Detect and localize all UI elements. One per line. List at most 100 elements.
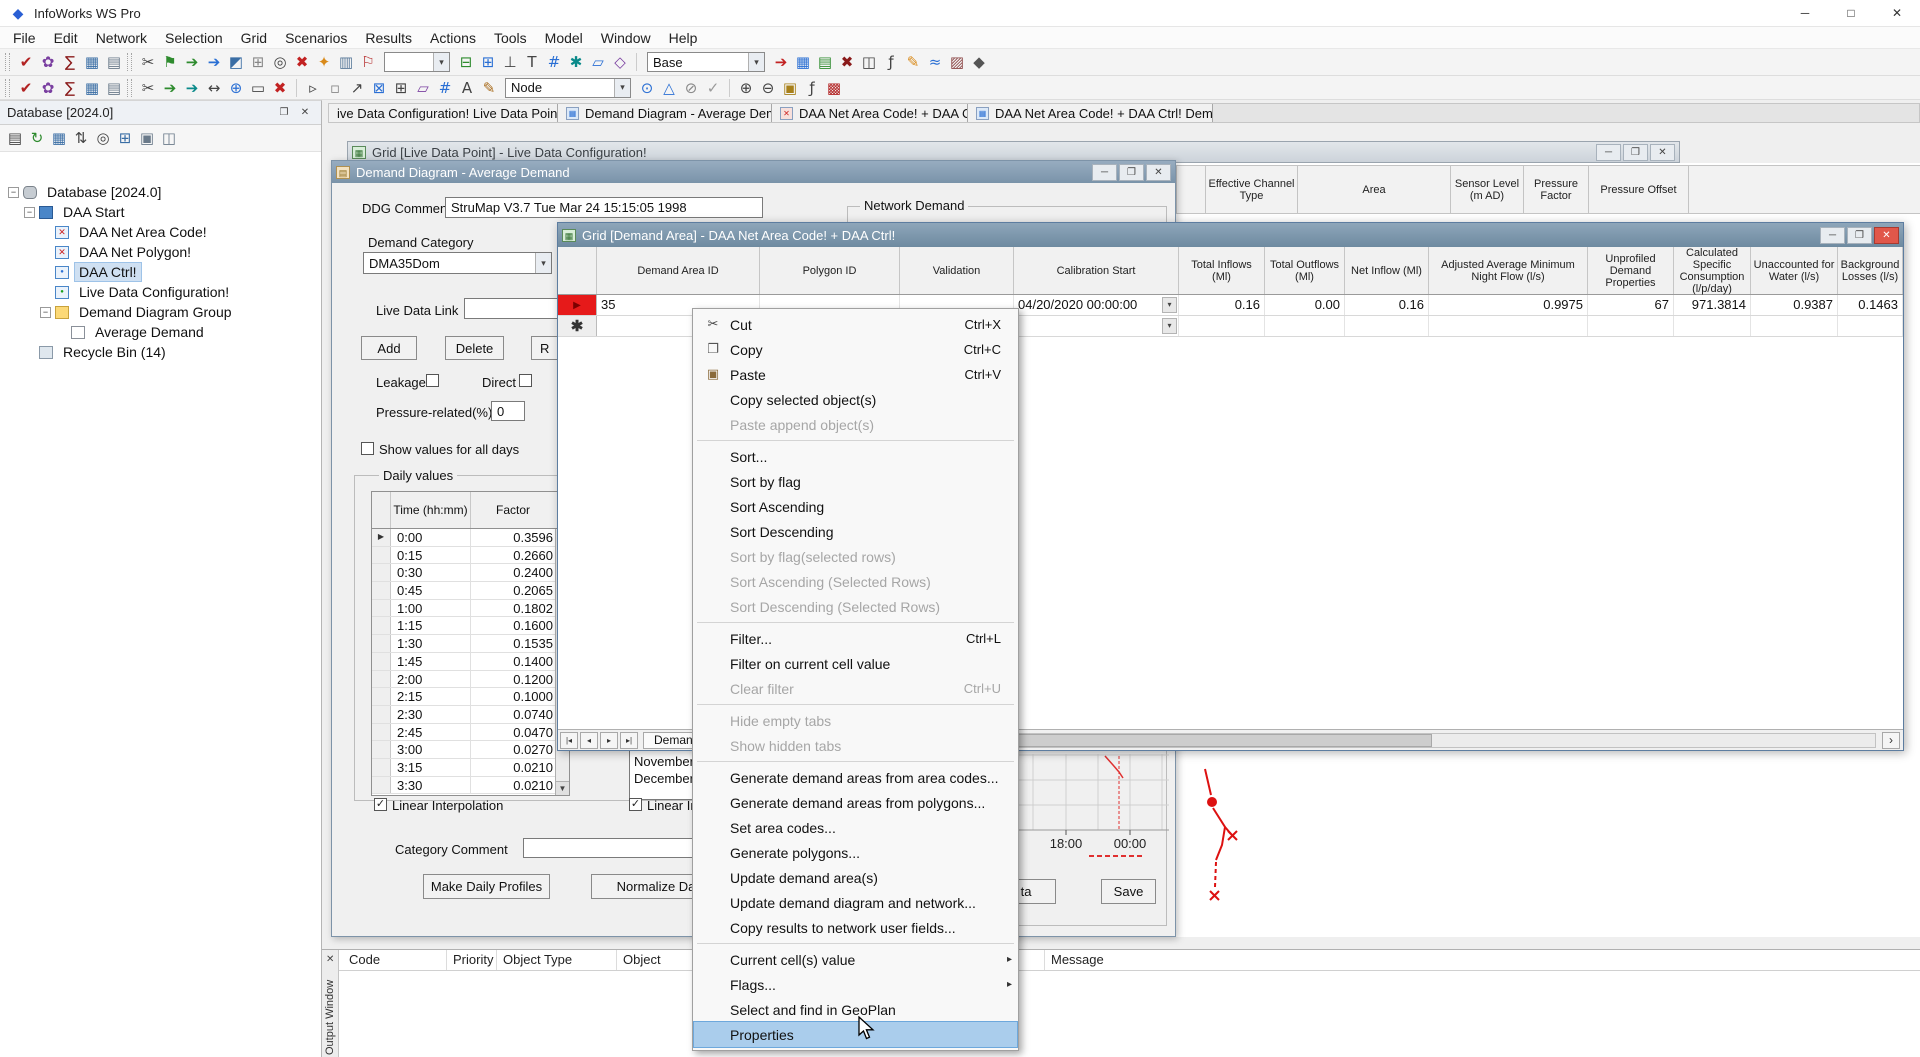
tree-item-daa-start[interactable]: −DAA Start <box>0 202 321 222</box>
time-cell[interactable]: 3:00 <box>391 741 471 758</box>
trace-icon[interactable]: ➔ <box>203 52 225 72</box>
text-tool-icon[interactable]: T <box>521 52 543 72</box>
node-icon[interactable]: ⊙ <box>636 78 658 98</box>
menu-item-grid[interactable]: Grid <box>232 27 276 48</box>
menu-item-actions[interactable]: Actions <box>421 27 485 48</box>
scroll-down-icon[interactable]: ▼ <box>556 781 569 795</box>
select-icon[interactable]: ◩ <box>225 52 247 72</box>
graph-icon[interactable]: ≈ <box>924 52 946 72</box>
linear-int-checkbox[interactable] <box>629 798 642 811</box>
time-column-header[interactable]: Time (hh:mm) <box>391 492 471 528</box>
grid-cell[interactable] <box>1265 316 1345 336</box>
grid-cell[interactable]: 971.3814 <box>1674 295 1751 315</box>
report-icon[interactable]: ▤ <box>814 52 836 72</box>
column-header-area[interactable]: Area <box>1298 165 1451 214</box>
tree-item-average-demand[interactable]: Average Demand <box>0 322 321 342</box>
time-cell[interactable]: 2:00 <box>391 671 471 688</box>
direct-checkbox[interactable] <box>519 374 532 387</box>
menu-item-network[interactable]: Network <box>87 27 156 48</box>
network-node[interactable] <box>1207 797 1217 807</box>
make-daily-profiles-button[interactable]: Make Daily Profiles <box>423 874 550 899</box>
grid-cell[interactable]: 0.9975 <box>1429 295 1588 315</box>
tree-expand-icon[interactable]: − <box>24 207 35 218</box>
cut-network-icon[interactable]: ✂ <box>137 78 159 98</box>
chevron-down-icon[interactable]: ▾ <box>535 253 551 273</box>
menu-item-model[interactable]: Model <box>536 27 592 48</box>
last-tab-icon[interactable]: ▸| <box>620 732 638 749</box>
open-grid-icon[interactable]: ▦ <box>81 78 103 98</box>
delete-object-icon[interactable]: ✖ <box>269 78 291 98</box>
open-list-icon[interactable]: ▤ <box>103 78 125 98</box>
column-header-effective-channel-type[interactable]: Effective Channel Type <box>1206 165 1298 214</box>
grid-cell[interactable] <box>1179 316 1265 336</box>
grid-cell[interactable] <box>1751 316 1838 336</box>
tree-item-recycle-bin-14[interactable]: Recycle Bin (14) <box>0 342 321 362</box>
flag-outline-icon[interactable]: ⚐ <box>357 52 379 72</box>
grid-cell[interactable] <box>1588 316 1674 336</box>
db-sort-icon[interactable]: ⇅ <box>70 128 92 148</box>
zoom-in-icon[interactable]: ⊕ <box>735 78 757 98</box>
column-header-pressure-factor[interactable]: Pressure Factor <box>1524 165 1589 214</box>
factor-cell[interactable]: 0.1400 <box>471 653 555 670</box>
options-icon[interactable]: ✿ <box>37 52 59 72</box>
tree-expand-icon[interactable]: − <box>40 307 51 318</box>
results-grid-icon[interactable]: ▦ <box>792 52 814 72</box>
grid-cell[interactable]: 0.00 <box>1265 295 1345 315</box>
menu-item-window[interactable]: Window <box>592 27 660 48</box>
menu-item-clear-filter[interactable]: Clear filterCtrl+U <box>694 676 1017 701</box>
time-cell[interactable]: 1:00 <box>391 600 471 617</box>
factor-cell[interactable]: 0.0470 <box>471 724 555 741</box>
minimize-icon[interactable]: ─ <box>1092 164 1117 181</box>
favorite-icon[interactable]: ✦ <box>313 52 335 72</box>
compare-icon[interactable]: ◫ <box>858 52 880 72</box>
factor-cell[interactable]: 0.0210 <box>471 777 555 794</box>
link-icon[interactable]: △ <box>658 78 680 98</box>
time-cell[interactable]: 1:30 <box>391 635 471 652</box>
column-header-adjusted-average-minimum-night-flow-l-s[interactable]: Adjusted Average Minimum Night Flow (l/s… <box>1429 247 1588 294</box>
menu-item-copy-selected-object-s[interactable]: Copy selected object(s) <box>694 387 1017 412</box>
factor-cell[interactable]: 0.1600 <box>471 617 555 634</box>
minimize-icon[interactable]: ─ <box>1820 227 1845 244</box>
minimize-icon[interactable]: ─ <box>1596 144 1621 161</box>
chevron-down-icon[interactable]: ▾ <box>433 53 449 71</box>
menu-item-edit[interactable]: Edit <box>45 27 87 48</box>
db-expand-icon[interactable]: ⊞ <box>114 128 136 148</box>
menu-item-filter-on-current-cell-value[interactable]: Filter on current cell value <box>694 651 1017 676</box>
grid-cell[interactable] <box>1429 316 1588 336</box>
mdi-tab-4[interactable]: ▦DAA Net Area Code! + DAA Ctrl! Demand A… <box>968 104 1213 122</box>
factor-cell[interactable]: 0.1535 <box>471 635 555 652</box>
mesh-icon[interactable]: # <box>543 52 565 72</box>
demand-window-titlebar[interactable]: ▤ Demand Diagram - Average Demand ─ ❐ ✕ <box>332 161 1175 183</box>
current-row-marker[interactable]: ▶ <box>558 295 597 315</box>
column-header-calibration-start[interactable]: Calibration Start <box>1014 247 1179 294</box>
column-header-validation[interactable]: Validation <box>900 247 1014 294</box>
layers-icon[interactable]: ▥ <box>335 52 357 72</box>
factor-cell[interactable]: 0.0210 <box>471 759 555 776</box>
chevron-down-icon[interactable]: ▾ <box>748 53 764 71</box>
pressure-related-field[interactable]: 0 <box>491 401 525 421</box>
cut-icon[interactable]: ✂ <box>137 52 159 72</box>
time-cell[interactable]: 3:30 <box>391 777 471 794</box>
grid-cell[interactable] <box>1674 316 1751 336</box>
demand-category-combo[interactable]: DMA35Dom ▾ <box>363 252 552 274</box>
grid-view-icon[interactable]: ▦ <box>81 52 103 72</box>
db-find-icon[interactable]: ◎ <box>92 128 114 148</box>
factor-cell[interactable]: 0.2065 <box>471 582 555 599</box>
theme-icon[interactable]: ▨ <box>946 52 968 72</box>
polygon-icon[interactable]: ▱ <box>587 52 609 72</box>
menu-item-current-cell-s-value[interactable]: Current cell(s) value▸ <box>694 947 1017 972</box>
time-cell[interactable]: 0:00 <box>391 529 471 546</box>
sql-icon[interactable]: ƒ <box>801 78 823 98</box>
new-window-icon[interactable]: ⊞ <box>247 52 269 72</box>
validate-network-icon[interactable]: ✔ <box>15 78 37 98</box>
go-icon[interactable]: ➔ <box>181 52 203 72</box>
leakage-checkbox[interactable] <box>426 374 439 387</box>
menu-item-sort-descending[interactable]: Sort Descending <box>694 519 1017 544</box>
menu-item-update-demand-diagram-and-network[interactable]: Update demand diagram and network... <box>694 890 1017 915</box>
grid-cell[interactable]: 0.16 <box>1345 295 1429 315</box>
line-style-combo[interactable]: ▾ <box>384 52 450 72</box>
snap-icon[interactable]: ✱ <box>565 52 587 72</box>
more-tools-icon[interactable]: ◆ <box>968 52 990 72</box>
close-output-icon[interactable]: ✕ <box>326 954 334 965</box>
menu-item-sort-descending-selected-rows[interactable]: Sort Descending (Selected Rows) <box>694 594 1017 619</box>
